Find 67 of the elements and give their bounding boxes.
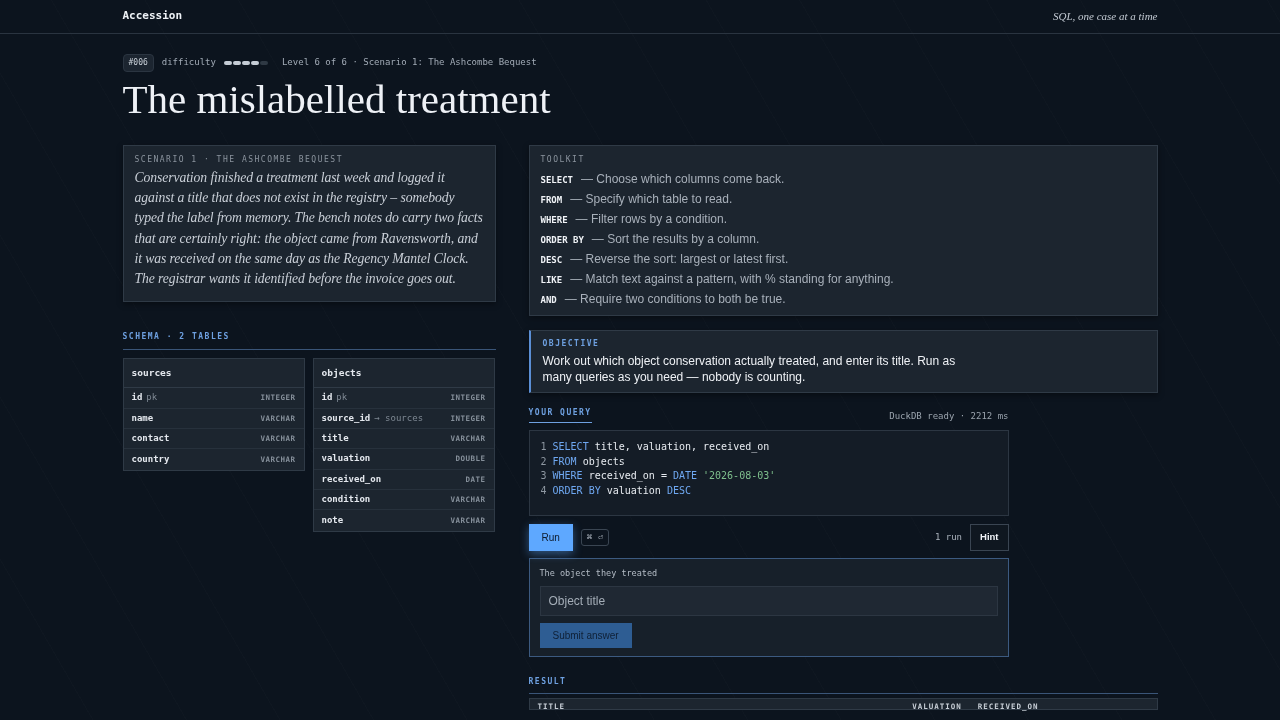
column-name: country bbox=[131, 452, 170, 466]
line-number: 1 bbox=[540, 440, 547, 454]
code-text: objects bbox=[582, 454, 625, 469]
column-name: contact bbox=[131, 431, 170, 445]
line-number: 3 bbox=[540, 469, 547, 484]
query-tab[interactable]: YOUR QUERY bbox=[528, 407, 592, 423]
column-name: id bbox=[131, 391, 143, 405]
column-name: received_on bbox=[321, 472, 382, 486]
column-name: title bbox=[321, 431, 349, 445]
hint-button[interactable]: Hint bbox=[970, 524, 1009, 551]
sql-keyword: AND bbox=[540, 294, 557, 307]
column-note: pk bbox=[146, 391, 158, 405]
breadcrumb: Level 6 of 6 · Scenario 1: The Ashcombe Bequest bbox=[281, 56, 537, 70]
sql-keyword: SELECT bbox=[540, 174, 573, 187]
sql-keyword: WHERE bbox=[540, 214, 568, 227]
column-name: condition bbox=[321, 492, 371, 506]
code-keyword: WHERE bbox=[552, 469, 583, 484]
run-button[interactable]: Run bbox=[528, 524, 573, 551]
column-name: source_id bbox=[321, 411, 371, 425]
objective-text: Work out which object conservation actually treated, and enter its title. Run as many queries as you need — nobody is counting. bbox=[542, 353, 957, 385]
code-text: title, valuation, received_on bbox=[594, 440, 770, 455]
keyword-description: — Sort the results by a column. bbox=[591, 231, 760, 248]
keyword-description: — Specify which table to read. bbox=[570, 191, 733, 208]
toolkit-heading: TOOLKIT bbox=[540, 154, 586, 166]
story-text: Conservation finished a treatment last week and logged it against a title that does not exist in the registry – somebody typed the label from memory. The bench notes do carry two facts that are certainly right: the object came from Ravensworth, and it was received on the same day as the Regency Mantel Clock. The registrar wants it identified before the invoice goes out. bbox=[134, 169, 484, 288]
column-name: id bbox=[321, 391, 333, 405]
column-note: → sources bbox=[374, 411, 424, 425]
app-name[interactable]: Accession bbox=[122, 8, 183, 25]
shortcut-hint: ⌘ ⏎ bbox=[580, 528, 610, 547]
sql-keyword: LIKE bbox=[540, 274, 563, 287]
keyword-description: — Require two conditions to both be true. bbox=[564, 291, 786, 308]
result-heading: RESULT bbox=[528, 676, 567, 686]
difficulty-label: difficulty bbox=[161, 56, 216, 70]
code-keyword: SELECT bbox=[552, 440, 589, 454]
column-name: note bbox=[321, 513, 344, 527]
answer-field[interactable]: Object title bbox=[539, 585, 998, 616]
objective-heading: OBJECTIVE bbox=[542, 338, 601, 350]
code-string: '2026-08-03' bbox=[703, 469, 776, 484]
column-name: name bbox=[131, 411, 154, 425]
code-keyword: DATE bbox=[672, 469, 697, 484]
column-note: pk bbox=[336, 391, 348, 405]
schema-heading: SCHEMA · 2 TABLES bbox=[122, 332, 230, 342]
code-editor[interactable]: 1 SELECT title, valuation, received_on 2 FROM objects 3 WHERE received_on = DATE '2026-08-03' 4 ORDER BY valuation DESC bbox=[528, 430, 1009, 516]
code-keyword: FROM bbox=[552, 454, 577, 469]
sql-keyword: DESC bbox=[540, 254, 563, 267]
tagline: SQL, one case at a time bbox=[1053, 9, 1158, 25]
code-keyword: DESC bbox=[666, 483, 691, 498]
run-count: 1 run bbox=[934, 530, 963, 544]
code-text: received_on = bbox=[588, 469, 667, 484]
column-name: valuation bbox=[321, 452, 371, 466]
table-name: objects bbox=[313, 359, 494, 389]
keyword-description: — Match text against a pattern, with % standing for anything. bbox=[570, 271, 894, 288]
code-text: valuation bbox=[606, 483, 661, 498]
sql-keyword: FROM bbox=[540, 194, 563, 207]
sql-keyword: ORDER BY bbox=[540, 234, 584, 247]
engine-status: DuckDB ready · 2212 ms bbox=[889, 409, 1009, 423]
answer-label: The object they treated bbox=[539, 567, 659, 580]
keyword-description: — Filter rows by a condition. bbox=[575, 211, 727, 228]
table-name: sources bbox=[123, 359, 304, 389]
case-number-tag: #006 bbox=[122, 54, 154, 72]
line-number: 4 bbox=[540, 483, 547, 498]
scenario-label: SCENARIO 1 · THE ASHCOMBE BEQUEST bbox=[134, 154, 344, 166]
page-title: The mislabelled treatment bbox=[122, 79, 552, 120]
keyword-description: — Choose which columns come back. bbox=[581, 171, 785, 188]
keyword-description: — Reverse the sort: largest or latest first. bbox=[570, 251, 789, 268]
code-keyword: ORDER BY bbox=[552, 483, 601, 498]
line-number: 2 bbox=[540, 454, 547, 469]
